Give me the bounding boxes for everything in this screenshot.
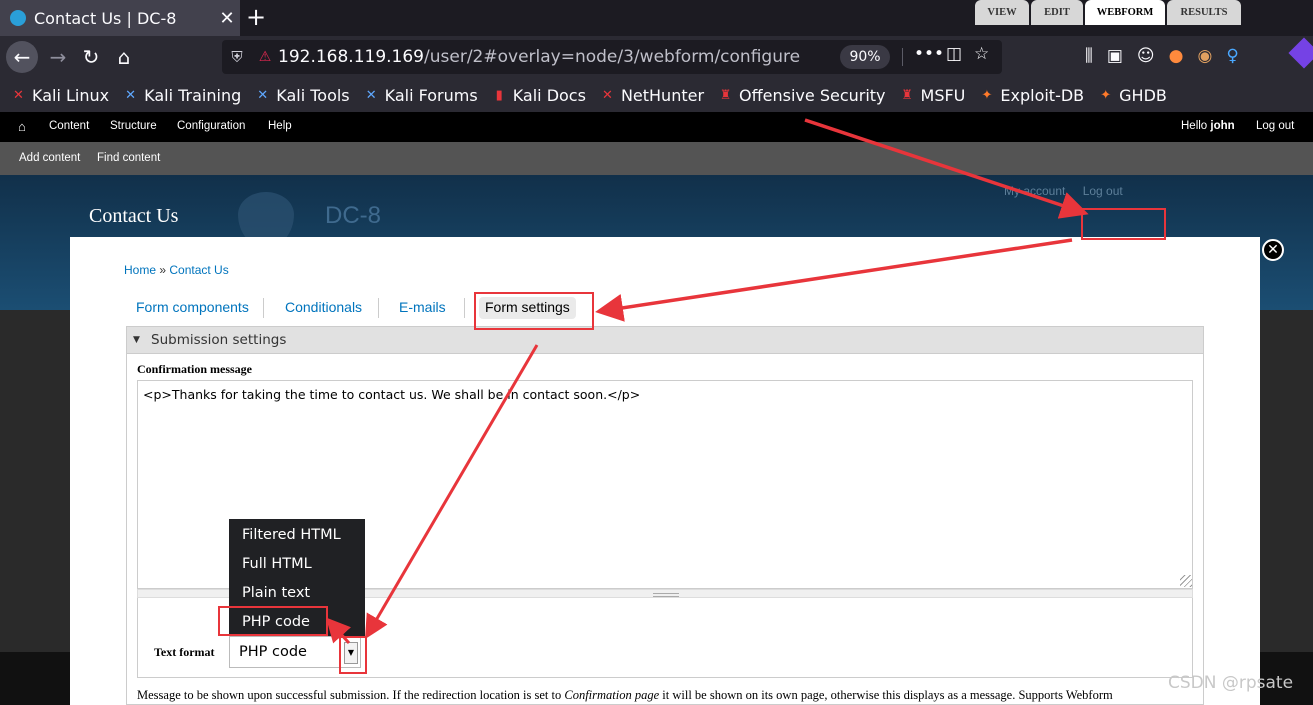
extension-pin-icon[interactable]: ♀ — [1226, 46, 1238, 66]
highlight-php-code-option — [218, 606, 328, 636]
option-plain-text[interactable]: Plain text — [242, 585, 310, 601]
bookmark-kali-docs[interactable]: ▮ Kali Docs — [491, 86, 586, 105]
nethunter-icon: ✕ — [601, 87, 613, 103]
ghdb-icon: ✦ — [1100, 87, 1112, 103]
admin-menu-configuration[interactable]: Configuration — [177, 120, 245, 132]
option-full-html[interactable]: Full HTML — [242, 556, 312, 572]
bookmark-msfu[interactable]: ♜ MSFU — [899, 86, 965, 105]
offsec-icon: ♜ — [719, 87, 732, 103]
admin-menu-content[interactable]: Content — [49, 120, 89, 132]
browser-tab[interactable]: Contact Us | DC-8 ✕ — [0, 0, 240, 36]
url-separator — [902, 48, 903, 66]
bookmark-kali-tools[interactable]: ✕ Kali Tools — [254, 86, 349, 105]
home-icon[interactable]: ⌂ — [108, 41, 140, 73]
text-format-label: Text format — [154, 645, 215, 659]
subtab-divider — [263, 298, 264, 318]
admin-home-icon[interactable]: ⌂ — [18, 119, 26, 134]
tab-edit[interactable]: EDIT — [1031, 0, 1083, 25]
subtab-conditionals[interactable]: Conditionals — [285, 299, 362, 315]
username[interactable]: john — [1210, 120, 1234, 132]
pocket-icon[interactable]: ◫ — [946, 44, 962, 64]
extension-cookie-icon[interactable]: ◉ — [1197, 46, 1212, 66]
confirmation-message-label: Confirmation message — [137, 362, 252, 376]
site-name: DC-8 — [325, 202, 382, 229]
secondary-links: My account Log out — [1004, 184, 1137, 198]
overlay-close-icon[interactable]: ✕ — [1262, 239, 1284, 261]
breadcrumb-home[interactable]: Home — [124, 263, 156, 277]
msfu-icon: ♜ — [901, 87, 913, 103]
bookmark-kali-linux[interactable]: ✕ Kali Linux — [10, 86, 109, 105]
account-icon[interactable]: ☺ — [1137, 46, 1155, 66]
back-arrow-icon[interactable]: ← — [6, 41, 38, 73]
screen: Contact Us | DC-8 ✕ + ← → ↻ ⌂ ⛨ ⚠ 192.16… — [0, 0, 1313, 705]
library-icon[interactable]: ⫼ — [1085, 46, 1093, 66]
bookmark-star-icon[interactable]: ☆ — [974, 44, 989, 64]
breadcrumb-contact-us[interactable]: Contact Us — [169, 263, 228, 277]
option-filtered-html[interactable]: Filtered HTML — [242, 527, 341, 543]
shortcut-find-content[interactable]: Find content — [97, 152, 160, 164]
hello-user: Hello john — [1181, 120, 1235, 132]
tab-close-icon[interactable]: ✕ — [214, 8, 240, 29]
url-host: 192.168.119.169 — [278, 47, 425, 67]
tab-webform[interactable]: WEBFORM — [1085, 0, 1165, 25]
kali-tools-icon: ✕ — [257, 87, 269, 103]
admin-menu-help[interactable]: Help — [268, 120, 292, 132]
browser-nav-bar: ← → ↻ ⌂ ⛨ ⚠ 192.168.119.169/user/2#overl… — [0, 36, 1313, 78]
kali-dragon-icon: ✕ — [13, 87, 24, 103]
collapse-triangle-icon: ▼ — [133, 335, 140, 345]
subtab-divider — [464, 298, 465, 318]
bookmark-nethunter[interactable]: ✕ NetHunter — [599, 86, 704, 105]
bookmark-ghdb[interactable]: ✦ GHDB — [1097, 86, 1167, 105]
url-bar[interactable]: ⛨ ⚠ 192.168.119.169/user/2#overlay=node/… — [222, 40, 1002, 74]
insecure-lock-icon[interactable]: ⚠ — [252, 49, 278, 65]
tab-title: Contact Us | DC-8 — [34, 8, 177, 28]
bookmark-exploit-db[interactable]: ✦ Exploit-DB — [978, 86, 1084, 105]
page-actions-icon[interactable]: ••• — [914, 44, 944, 64]
url-path: /user/2#overlay=node/3/webform/configure — [424, 47, 801, 67]
drupal-favicon-icon — [10, 10, 26, 26]
tab-view[interactable]: VIEW — [975, 0, 1029, 25]
shortcut-add-content[interactable]: Add content — [19, 152, 80, 164]
shield-icon[interactable]: ⛨ — [222, 48, 252, 66]
overlay-title: Contact Us — [89, 205, 179, 227]
reload-icon[interactable]: ↻ — [75, 41, 107, 73]
zoom-level[interactable]: 90% — [840, 45, 890, 69]
submission-settings-legend[interactable]: ▼ Submission settings — [126, 326, 1204, 354]
subtab-e-mails[interactable]: E-mails — [399, 299, 446, 315]
highlight-form-settings — [474, 292, 594, 330]
exploit-db-icon: ✦ — [981, 87, 993, 103]
admin-menu-structure[interactable]: Structure — [110, 120, 157, 132]
kali-training-icon: ✕ — [125, 87, 137, 103]
new-tab-button[interactable]: + — [246, 4, 266, 30]
my-account-link[interactable]: My account — [1004, 184, 1065, 198]
textarea-resize-icon[interactable] — [1180, 575, 1192, 587]
extension-badge-icon[interactable] — [1288, 37, 1313, 69]
bookmark-kali-forums[interactable]: ✕ Kali Forums — [363, 86, 478, 105]
breadcrumb: Home » Contact Us — [124, 263, 229, 277]
bookmarks-bar: ✕ Kali Linux ✕ Kali Training ✕ Kali Tools ✕… — [0, 78, 1313, 112]
subtab-divider — [378, 298, 379, 318]
sidebar-icon[interactable]: ▣ — [1107, 46, 1123, 66]
highlight-webform-tab — [1081, 208, 1166, 240]
csdn-watermark: CSDN @rpsate — [1168, 673, 1294, 693]
highlight-select-arrow — [339, 636, 367, 674]
bookmark-offensive-security[interactable]: ♜ Offensive Security — [717, 86, 886, 105]
subtab-form-components[interactable]: Form components — [136, 299, 249, 315]
shortcut-bar: Add content Find content — [0, 142, 1313, 175]
site-logout-link[interactable]: Log out — [1083, 184, 1123, 198]
extension-fox-icon[interactable]: ● — [1169, 46, 1184, 66]
kali-forums-icon: ✕ — [365, 87, 377, 103]
forward-arrow-icon[interactable]: → — [42, 41, 74, 73]
confirmation-description: Message to be shown upon successful subm… — [137, 688, 1113, 702]
kali-docs-icon: ▮ — [495, 87, 503, 103]
toolbar-icons: ⫼ ▣ ☺ ● ◉ ♀ — [1085, 46, 1239, 66]
admin-menu: ⌂ Content Structure Configuration Help H… — [0, 112, 1313, 142]
tab-results[interactable]: RESULTS — [1167, 0, 1241, 25]
bookmark-kali-training[interactable]: ✕ Kali Training — [122, 86, 241, 105]
admin-logout-link[interactable]: Log out — [1256, 120, 1294, 132]
